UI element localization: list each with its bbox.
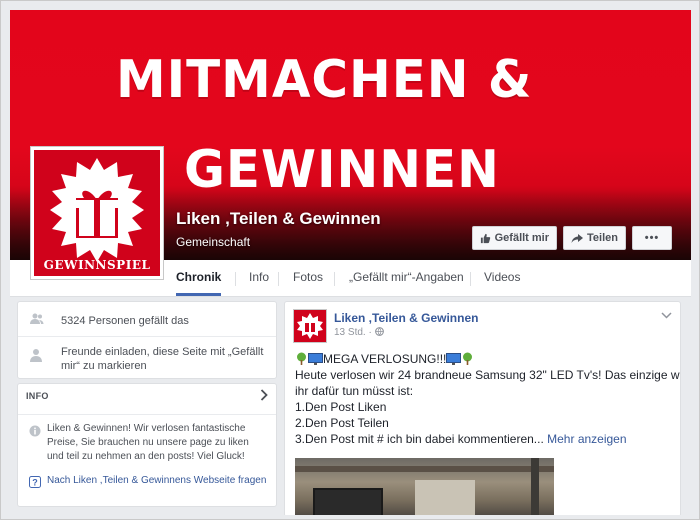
image-post bbox=[531, 458, 539, 515]
tab-likes[interactable]: „Gefällt mir“-Angaben bbox=[349, 260, 464, 296]
profile-badge-text: GEWINNSPIEL bbox=[43, 258, 151, 272]
tab-fotos[interactable]: Fotos bbox=[293, 260, 323, 296]
likes-count-text: 5324 Personen gefällt das bbox=[61, 315, 189, 327]
info-icon bbox=[29, 425, 41, 437]
thumbs-up-icon bbox=[480, 233, 490, 243]
post-author-name[interactable]: Liken ,Teilen & Gewinnen bbox=[334, 311, 478, 325]
divider bbox=[18, 336, 276, 337]
post-time-text: 13 Std. · bbox=[334, 327, 372, 338]
tv-icon bbox=[308, 353, 323, 365]
tree-icon bbox=[297, 352, 306, 365]
post-line-1: Heute verlosen wir 24 brandneue Samsung … bbox=[295, 368, 681, 382]
like-button[interactable]: Gefällt mir bbox=[471, 226, 558, 250]
share-arrow-icon bbox=[571, 233, 584, 243]
post-card: Liken ,Teilen & Gewinnen 13 Std. · MEGA … bbox=[284, 301, 681, 515]
info-heading[interactable]: INFO bbox=[26, 391, 49, 401]
chevron-right-icon[interactable] bbox=[260, 389, 268, 401]
tree-icon bbox=[463, 352, 473, 365]
post-line-5: 3.Den Post mit # ich bin dabei kommentie… bbox=[295, 432, 544, 446]
show-more-link[interactable]: Mehr anzeigen bbox=[547, 432, 626, 446]
divider bbox=[18, 414, 276, 415]
share-button[interactable]: Teilen bbox=[563, 226, 626, 250]
cover-actions: Gefällt mir Teilen ••• bbox=[471, 226, 672, 250]
image-tv-screen bbox=[313, 488, 383, 515]
like-button-label: Gefällt mir bbox=[494, 232, 550, 244]
post-line-2: ihr dafür tun müsst ist: bbox=[295, 384, 414, 398]
post-body: MEGA VERLOSUNG!!! Heute verlosen wir 24 … bbox=[295, 351, 681, 447]
tab-chronik[interactable]: Chronik bbox=[176, 260, 222, 296]
facebook-page: MITMACHEN & GEWINNEN GEWINNSPIEL Liken ,… bbox=[10, 10, 691, 515]
page-description: Liken & Gewinnen! Wir verlosen fantastis… bbox=[47, 423, 249, 462]
post-timestamp[interactable]: 13 Std. · bbox=[334, 327, 384, 338]
tv-icon bbox=[446, 353, 462, 365]
tab-divider bbox=[470, 272, 471, 286]
screenshot-frame: MITMACHEN & GEWINNEN GEWINNSPIEL Liken ,… bbox=[0, 0, 700, 520]
add-person-icon bbox=[30, 349, 42, 362]
profile-picture[interactable]: GEWINNSPIEL bbox=[30, 146, 164, 280]
info-card: INFO Liken & Gewinnen! Wir verlosen fant… bbox=[17, 383, 277, 507]
cover-headline-line1: MITMACHEN & bbox=[116, 50, 533, 110]
post-line-3: 1.Den Post Liken bbox=[295, 400, 387, 414]
page-category[interactable]: Gemeinschaft bbox=[176, 235, 250, 249]
likes-count-row[interactable]: 5324 Personen gefällt das bbox=[18, 313, 276, 329]
image-shelf bbox=[295, 466, 554, 472]
more-options-label: ••• bbox=[644, 232, 660, 244]
question-icon: ? bbox=[29, 476, 41, 488]
post-image[interactable] bbox=[295, 458, 554, 515]
likes-card: 5324 Personen gefällt das Freunde einlad… bbox=[17, 301, 277, 379]
invite-friends-text: Freunde einladen, diese Seite mit „Gefäl… bbox=[61, 346, 264, 372]
globe-icon bbox=[374, 327, 384, 336]
tab-videos[interactable]: Videos bbox=[484, 260, 520, 296]
more-options-button[interactable]: ••• bbox=[632, 226, 672, 250]
post-author-avatar[interactable] bbox=[293, 309, 327, 343]
invite-friends-row[interactable]: Freunde einladen, diese Seite mit „Gefäl… bbox=[18, 345, 276, 375]
post-headline-line: MEGA VERLOSUNG!!! bbox=[295, 351, 672, 367]
people-icon bbox=[30, 313, 44, 324]
tab-divider bbox=[278, 272, 279, 286]
ask-website-link[interactable]: Nach Liken ,Teilen & Gewinnens Webseite … bbox=[47, 475, 266, 486]
post-line-4: 2.Den Post Teilen bbox=[295, 416, 389, 430]
gift-icon bbox=[297, 313, 323, 339]
share-button-label: Teilen bbox=[587, 232, 618, 244]
profile-picture-image: GEWINNSPIEL bbox=[34, 150, 160, 276]
page-title[interactable]: Liken ,Teilen & Gewinnen bbox=[176, 209, 381, 229]
image-box bbox=[415, 480, 475, 515]
tab-divider bbox=[334, 272, 335, 286]
svg-text:?: ? bbox=[32, 478, 38, 488]
chevron-down-icon[interactable] bbox=[661, 312, 672, 319]
tab-info[interactable]: Info bbox=[249, 260, 269, 296]
post-headline: MEGA VERLOSUNG!!! bbox=[323, 352, 447, 366]
tab-divider bbox=[235, 272, 236, 286]
post-line-5-wrapper: 3.Den Post mit # ich bin dabei kommentie… bbox=[295, 431, 672, 447]
